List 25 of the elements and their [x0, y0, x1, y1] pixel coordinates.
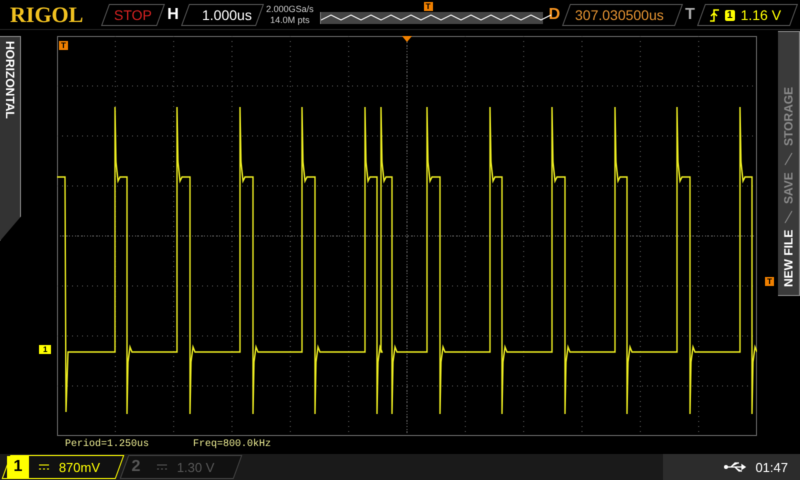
clock-time: 01:47	[755, 460, 788, 474]
trigger-label: T	[685, 6, 695, 24]
trigger-position-icon	[402, 36, 412, 42]
rising-edge-icon	[710, 8, 719, 21]
trigger-source-badge: 1	[724, 9, 734, 20]
trigger-level-marker: T	[765, 277, 774, 286]
run-state: STOP	[101, 4, 166, 26]
channel-marker: 1	[39, 345, 52, 354]
measurement-readout: Freq=800.0kHz	[193, 438, 272, 450]
storage-menu-tab[interactable]: STORAGE SAVE NEW FILE	[778, 31, 800, 296]
trigger-level: 1.16 V	[740, 6, 781, 22]
sample-rate: 2.000GSa/s	[266, 4, 314, 14]
dc-coupling-icon	[39, 464, 49, 470]
measurement-readout: Period=1.250us	[65, 438, 150, 450]
brand-logo: RIGOL	[10, 2, 84, 28]
dc-coupling-icon	[157, 464, 167, 470]
trigger-position-marker: T	[424, 2, 433, 10]
channel-button[interactable]: 1 870mV	[2, 455, 124, 479]
delay-label: D	[548, 6, 560, 24]
horizontal-tab[interactable]: HORIZONTAL	[0, 36, 21, 241]
memory-depth: 14.0M pts	[270, 14, 310, 26]
timebase-label: H	[167, 6, 179, 24]
timebase-value: 1.000us	[180, 4, 264, 26]
trigger-marker: T	[59, 41, 68, 50]
delay-value: 307.030500us	[562, 4, 684, 26]
